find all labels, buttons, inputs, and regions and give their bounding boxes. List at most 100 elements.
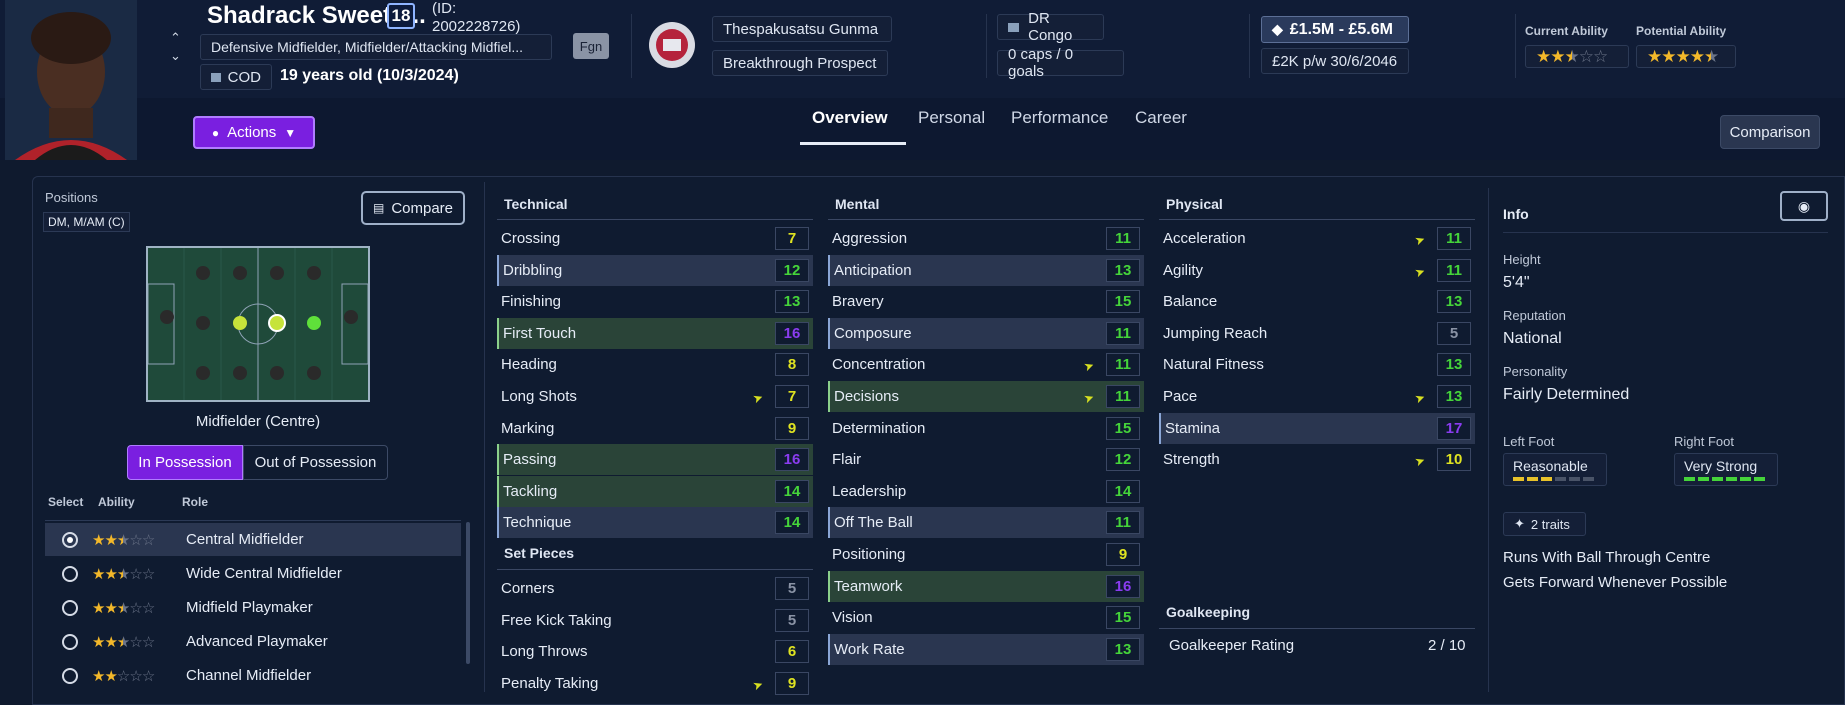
- tab-performance[interactable]: Performance: [1011, 108, 1108, 128]
- role-radio[interactable]: [62, 633, 78, 650]
- role-name: Channel Midfielder: [186, 667, 312, 684]
- col-ability: Ability: [98, 495, 135, 509]
- attribute-name: Positioning: [832, 546, 906, 563]
- role-name: Wide Central Midfielder: [186, 565, 342, 582]
- traits-pill[interactable]: ✦ 2 traits: [1503, 512, 1586, 536]
- club-status: Breakthrough Prospect: [712, 50, 888, 76]
- attribute-name: Bravery: [832, 293, 884, 311]
- position-dot[interactable]: [196, 266, 210, 280]
- club-crest-image: [649, 22, 695, 68]
- info-settings-button[interactable]: ◉: [1780, 191, 1828, 221]
- club-crest-icon[interactable]: [647, 19, 697, 71]
- role-radio[interactable]: [62, 531, 78, 548]
- attribute-row[interactable]: Balance 13: [1159, 286, 1475, 317]
- attribute-row[interactable]: Heading 8: [497, 349, 813, 380]
- role-radio[interactable]: [62, 565, 78, 582]
- progress-arrow-icon: ➤: [1081, 358, 1097, 375]
- attribute-row[interactable]: Jumping Reach 5: [1159, 318, 1475, 349]
- attribute-row[interactable]: Agility ➤ 11: [1159, 255, 1475, 286]
- attribute-row[interactable]: Concentration ➤ 11: [828, 349, 1144, 380]
- attribute-row[interactable]: First Touch 16: [497, 317, 813, 349]
- prev-player-button[interactable]: ⌃: [170, 30, 182, 46]
- attribute-row[interactable]: Strength ➤ 10: [1159, 444, 1475, 475]
- role-ability-stars: ★★★☆☆: [92, 599, 186, 617]
- comparison-button[interactable]: Comparison: [1720, 115, 1820, 149]
- attribute-row[interactable]: Free Kick Taking 5: [497, 605, 813, 636]
- player-id-label: (ID:: [432, 0, 457, 17]
- actions-button[interactable]: ● Actions ▼: [193, 116, 315, 149]
- tab-career[interactable]: Career: [1135, 108, 1187, 128]
- attribute-row[interactable]: Leadership 14: [828, 476, 1144, 507]
- attribute-row[interactable]: Technique 14: [497, 507, 813, 539]
- attribute-row[interactable]: Stamina 17: [1159, 412, 1475, 444]
- out-of-possession-toggle[interactable]: Out of Possession: [243, 445, 388, 480]
- reputation-label: Reputation: [1503, 308, 1566, 323]
- attribute-row[interactable]: Crossing 7: [497, 223, 813, 254]
- attribute-row[interactable]: Dribbling 12: [497, 254, 813, 286]
- compare-button[interactable]: ▤ Compare: [361, 191, 465, 225]
- position-dot[interactable]: [270, 266, 284, 280]
- in-possession-toggle[interactable]: In Possession: [127, 445, 243, 480]
- attribute-value: 11: [1106, 511, 1140, 535]
- position-dot[interactable]: [307, 366, 321, 380]
- position-dot[interactable]: [344, 310, 358, 324]
- attribute-row[interactable]: Positioning 9: [828, 539, 1144, 570]
- attribute-row[interactable]: Teamwork 16: [828, 570, 1144, 602]
- attribute-row[interactable]: Passing 16: [497, 444, 813, 476]
- attribute-row[interactable]: Long Shots ➤ 7: [497, 381, 813, 412]
- attribute-row[interactable]: Composure 11: [828, 317, 1144, 349]
- roles-scrollbar[interactable]: [466, 522, 470, 664]
- role-radio[interactable]: [62, 667, 78, 684]
- attribute-row[interactable]: Corners 5: [497, 573, 813, 604]
- height-label: Height: [1503, 252, 1541, 267]
- attribute-row[interactable]: Bravery 15: [828, 286, 1144, 317]
- next-player-button[interactable]: ⌄: [170, 48, 182, 64]
- attribute-row[interactable]: Aggression 11: [828, 223, 1144, 254]
- role-row[interactable]: ★★★☆☆ Wide Central Midfielder: [45, 557, 461, 590]
- position-dot-natural[interactable]: [307, 316, 321, 330]
- position-dot[interactable]: [307, 266, 321, 280]
- attribute-name: Natural Fitness: [1163, 356, 1264, 374]
- attribute-row[interactable]: Pace ➤ 13: [1159, 381, 1475, 412]
- position-dot[interactable]: [196, 366, 210, 380]
- role-radio[interactable]: [62, 599, 78, 616]
- attribute-row[interactable]: Vision 15: [828, 602, 1144, 633]
- role-row[interactable]: ★★★☆☆ Central Midfielder: [45, 523, 461, 556]
- position-dot[interactable]: [233, 266, 247, 280]
- nation-pill[interactable]: DR Congo: [997, 10, 1104, 44]
- attribute-row[interactable]: Natural Fitness 13: [1159, 349, 1475, 380]
- header-divider: [1249, 14, 1250, 78]
- attribute-value: 16: [775, 448, 809, 472]
- attribute-value: 11: [1106, 227, 1140, 250]
- attribute-value: 14: [1106, 479, 1140, 503]
- attribute-row[interactable]: Marking 9: [497, 413, 813, 444]
- progress-arrow-icon: ➤: [1412, 231, 1428, 249]
- attribute-row[interactable]: Flair 12: [828, 444, 1144, 475]
- tab-personal[interactable]: Personal: [918, 108, 985, 128]
- attribute-row[interactable]: Decisions ➤ 11: [828, 381, 1144, 412]
- tab-overview[interactable]: Overview: [812, 108, 888, 128]
- role-row[interactable]: ★★★☆☆ Advanced Playmaker: [45, 625, 461, 658]
- attribute-row[interactable]: Off The Ball 11: [828, 507, 1144, 539]
- attribute-row[interactable]: Tackling 14: [497, 475, 813, 507]
- attribute-row[interactable]: Penalty Taking ➤ 9: [497, 668, 813, 699]
- attribute-row[interactable]: Finishing 13: [497, 286, 813, 317]
- transfer-value-pill[interactable]: ◆ £1.5M - £5.6M: [1261, 16, 1409, 43]
- position-dot-selected[interactable]: [268, 314, 286, 332]
- club-name[interactable]: Thespakusatsu Gunma: [712, 16, 892, 42]
- current-ability-stars: ★ ★ ★ ☆ ☆: [1525, 45, 1629, 68]
- position-dot[interactable]: [233, 366, 247, 380]
- position-dot[interactable]: [160, 310, 174, 324]
- attribute-row[interactable]: Work Rate 13: [828, 633, 1144, 665]
- attribute-row[interactable]: Anticipation 13: [828, 254, 1144, 286]
- compare-label: Compare: [391, 199, 454, 217]
- attribute-row[interactable]: Determination 15: [828, 413, 1144, 444]
- position-dot-natural[interactable]: [233, 316, 247, 330]
- role-row[interactable]: ★★★☆☆ Midfield Playmaker: [45, 591, 461, 624]
- position-dot[interactable]: [196, 316, 210, 330]
- position-dot[interactable]: [270, 366, 284, 380]
- squad-number-badge: 18: [387, 3, 415, 29]
- attribute-row[interactable]: Acceleration ➤ 11: [1159, 223, 1475, 254]
- role-row[interactable]: ★★☆☆☆ Channel Midfielder: [45, 659, 461, 692]
- attribute-row[interactable]: Long Throws 6: [497, 636, 813, 667]
